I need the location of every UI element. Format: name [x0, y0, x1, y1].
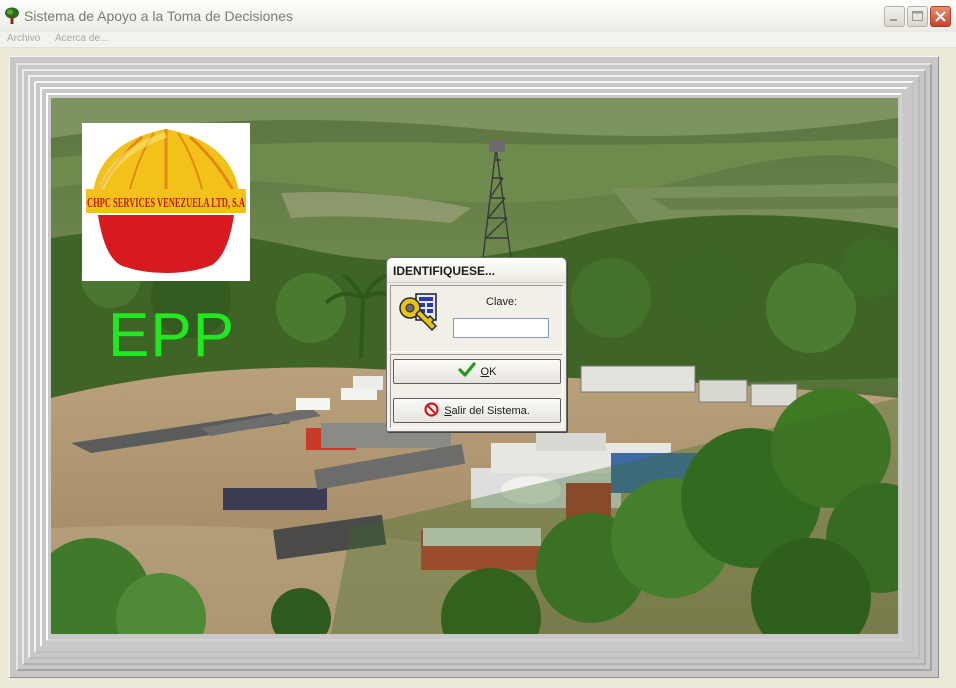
dialog-title-bar[interactable]: IDENTIFIQUESE...: [387, 258, 566, 283]
window-title-bar[interactable]: Sistema de Apoyo a la Toma de Decisiones: [0, 0, 956, 33]
clave-input[interactable]: [453, 318, 549, 338]
exit-system-button[interactable]: Salir del Sistema.: [393, 398, 561, 423]
app-tree-icon: [4, 7, 20, 25]
ok-mnemonic: O: [480, 365, 490, 378]
exit-label: alir del Sistema.: [451, 404, 530, 417]
password-group: Clave:: [390, 285, 563, 352]
check-icon: [457, 362, 476, 381]
no-entry-icon: [424, 401, 439, 420]
clave-label: Clave:: [486, 296, 518, 308]
ok-button[interactable]: OK: [393, 359, 561, 384]
dialog-buttons-group: OK Salir del Sistema.: [390, 354, 563, 428]
dialog-title: IDENTIFIQUESE...: [393, 264, 496, 278]
menu-archivo[interactable]: Archivo: [7, 33, 40, 44]
minimize-button[interactable]: [884, 6, 905, 27]
window-title: Sistema de Apoyo a la Toma de Decisiones: [24, 8, 294, 24]
key-icon: [398, 292, 440, 334]
maximize-button[interactable]: [907, 6, 928, 27]
company-logo: CHPC SERVICES VENEZUELA LTD, S.A: [82, 123, 250, 281]
exit-mnemonic: S: [444, 404, 452, 417]
login-dialog: IDENTIFIQUESE... Clave: OK Salir del Sis…: [386, 257, 567, 432]
menu-bar: Archivo Acerca de...: [0, 32, 956, 48]
menu-acerca-de[interactable]: Acerca de...: [55, 33, 108, 44]
close-button[interactable]: [930, 6, 951, 27]
logo-text: CHPC SERVICES VENEZUELA LTD, S.A: [87, 196, 246, 211]
epp-label: EPP: [108, 301, 236, 370]
ok-label: K: [489, 365, 497, 378]
